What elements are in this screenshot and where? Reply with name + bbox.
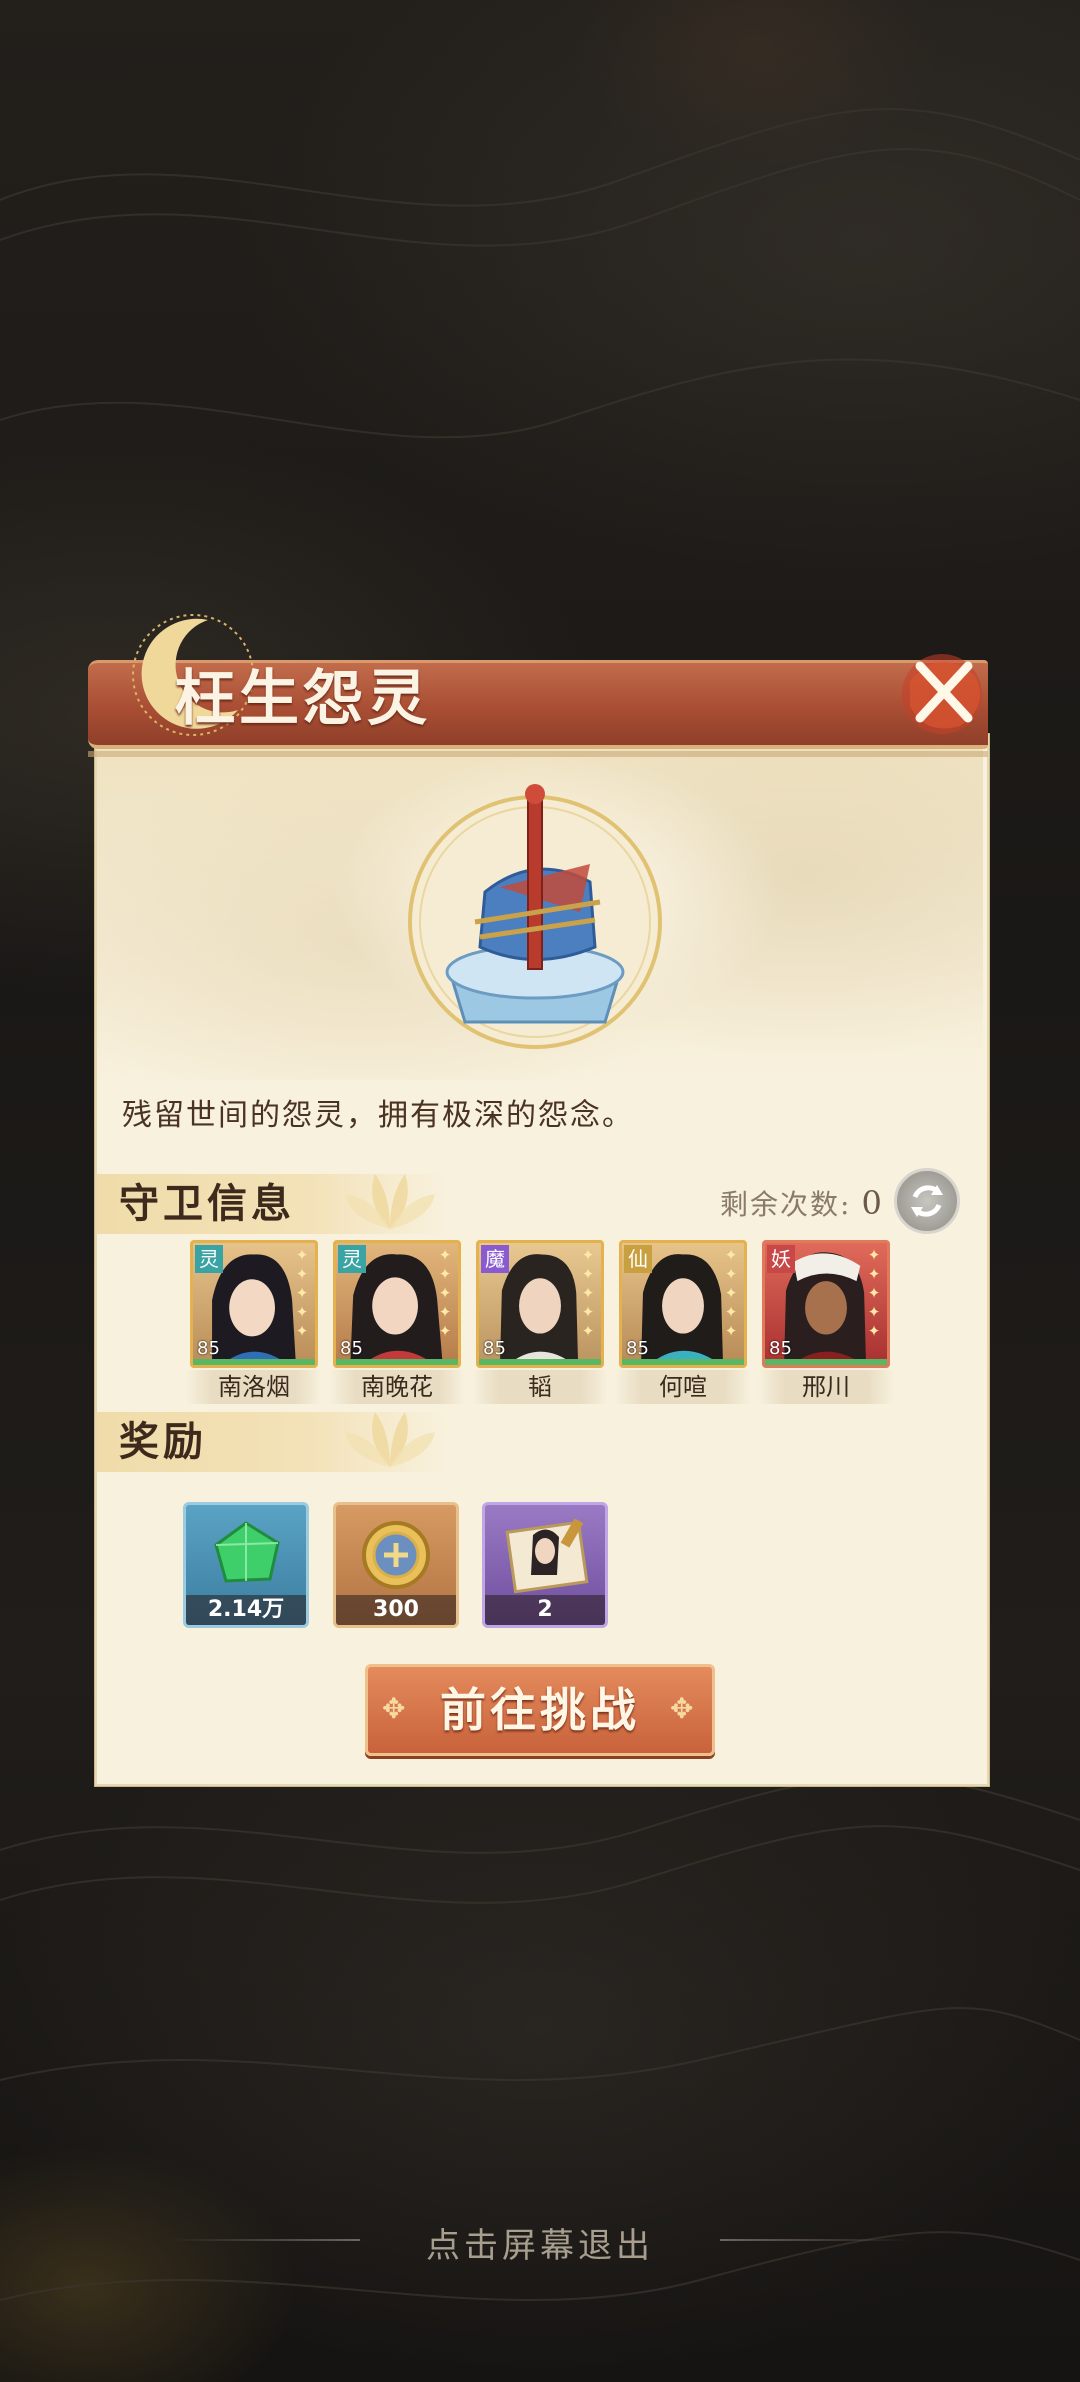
remaining-value: 0 xyxy=(861,1184,884,1222)
hero-level: 85 xyxy=(769,1338,792,1359)
hero-name: 南洛烟 xyxy=(186,1370,322,1404)
hero-name: 何喧 xyxy=(615,1370,751,1404)
hero-hp-bar xyxy=(622,1359,744,1365)
hero-name: 南晚花 xyxy=(329,1370,465,1404)
hero-hp-bar xyxy=(193,1359,315,1365)
hero-faction-tag: 魔 xyxy=(481,1245,509,1273)
hero-hp-bar xyxy=(765,1359,887,1365)
close-button[interactable] xyxy=(880,636,1000,746)
hero-card-1[interactable]: 灵 ✦ ✦ ✦ ✦ ✦ 85 xyxy=(190,1240,318,1368)
hero-hp-bar xyxy=(479,1359,601,1365)
hero-level: 85 xyxy=(340,1338,363,1359)
hero-level: 85 xyxy=(197,1338,220,1359)
reward-count: 2 xyxy=(485,1595,605,1625)
boss-emblem-icon xyxy=(408,784,662,1049)
star-rating: ✦ ✦ ✦ ✦ ✦ xyxy=(295,1246,309,1340)
remaining-label: 剩余次数: xyxy=(720,1188,852,1221)
reward-count: 300 xyxy=(336,1595,456,1625)
go-challenge-button[interactable]: ✥ 前往挑战 ✥ xyxy=(365,1664,715,1756)
guard-section-title: 守卫信息 xyxy=(119,1180,295,1227)
reward-item-jade[interactable]: 2.14万 xyxy=(183,1502,309,1628)
star-rating: ✦ ✦ ✦ ✦ ✦ xyxy=(867,1246,881,1340)
hero-card-5[interactable]: 妖 ✦ ✦ ✦ ✦ ✦ 85 xyxy=(762,1240,890,1368)
hero-faction-tag: 仙 xyxy=(624,1245,652,1273)
hero-faction-tag: 灵 xyxy=(338,1245,366,1273)
hero-name: 韬 xyxy=(472,1370,608,1404)
green-jade-icon xyxy=(214,1521,280,1583)
reward-item-scroll[interactable]: 2 xyxy=(482,1502,608,1628)
reward-item-coin[interactable]: 300 xyxy=(333,1502,459,1628)
star-rating: ✦ ✦ ✦ ✦ ✦ xyxy=(438,1246,452,1340)
exit-hint: 点击屏幕退出 xyxy=(426,2226,654,2266)
hero-level: 85 xyxy=(626,1338,649,1359)
star-rating: ✦ ✦ ✦ ✦ ✦ xyxy=(581,1246,595,1340)
star-rating: ✦ ✦ ✦ ✦ ✦ xyxy=(724,1246,738,1340)
gold-coin-icon xyxy=(362,1521,430,1589)
hero-faction-tag: 妖 xyxy=(767,1245,795,1273)
hero-faction-tag: 灵 xyxy=(195,1245,223,1273)
challenge-button-label: 前往挑战 xyxy=(440,1683,640,1737)
dialog-title: 枉生怨灵 xyxy=(175,664,431,734)
hero-hp-bar xyxy=(336,1359,458,1365)
hero-card-4[interactable]: 仙 ✦ ✦ ✦ ✦ ✦ 85 xyxy=(619,1240,747,1368)
refresh-button[interactable] xyxy=(894,1168,960,1234)
reward-section-title: 奖励 xyxy=(119,1418,207,1465)
refresh-icon xyxy=(911,1185,943,1217)
hero-name: 邢川 xyxy=(758,1370,894,1404)
diamond-ornament-icon: ✥ xyxy=(670,1692,694,1725)
lotus-decoration-icon xyxy=(345,1412,435,1467)
portrait-scroll-icon xyxy=(505,1518,589,1594)
lotus-decoration-icon xyxy=(345,1174,435,1229)
remaining-attempts: 剩余次数: 0 xyxy=(720,1183,884,1223)
hero-card-2[interactable]: 灵 ✦ ✦ ✦ ✦ ✦ 85 xyxy=(333,1240,461,1368)
hero-card-3[interactable]: 魔 ✦ ✦ ✦ ✦ ✦ 85 xyxy=(476,1240,604,1368)
reward-count: 2.14万 xyxy=(186,1595,306,1625)
hero-level: 85 xyxy=(483,1338,506,1359)
boss-description: 残留世间的怨灵，拥有极深的怨念。 xyxy=(122,1098,634,1133)
